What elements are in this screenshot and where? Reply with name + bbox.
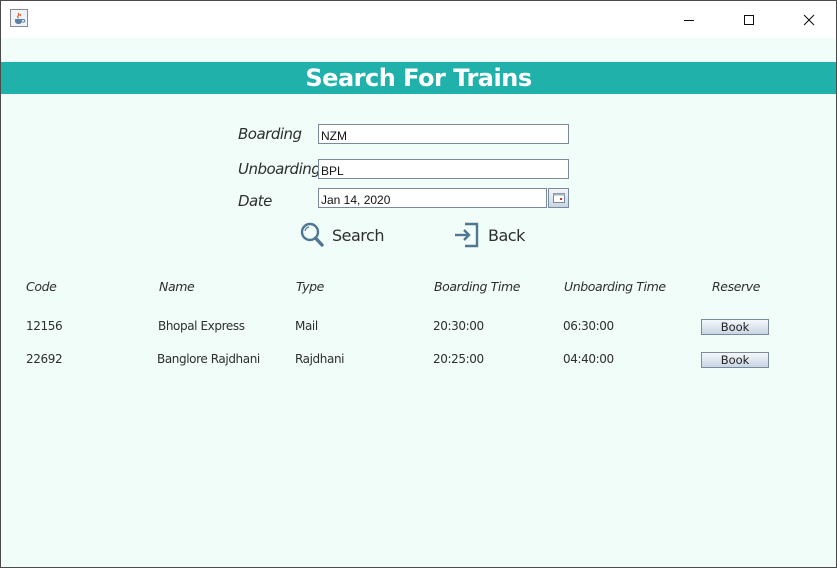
date-label: Date [238, 192, 272, 210]
cell-name: Banglore Rajdhani [157, 352, 260, 366]
app-window: Search For Trains Boarding Unboarding Da… [0, 0, 837, 568]
title-bar [1, 1, 836, 38]
date-field-box [318, 188, 547, 209]
unboarding-field-box [318, 159, 569, 180]
header-banner: Search For Trains [1, 62, 836, 94]
cell-code: 22692 [26, 352, 63, 366]
close-button[interactable] [786, 1, 832, 38]
cell-boarding-time: 20:25:00 [433, 352, 484, 366]
calendar-icon [552, 193, 565, 203]
date-input[interactable] [319, 191, 546, 209]
column-header-reserve: Reserve [712, 279, 761, 294]
cell-unboarding-time: 06:30:00 [563, 319, 614, 333]
book-button[interactable]: Book [701, 319, 769, 335]
column-header-code: Code [26, 279, 57, 294]
cell-code: 12156 [26, 319, 63, 333]
close-icon [803, 14, 815, 25]
cell-type: Rajdhani [295, 352, 345, 366]
unboarding-input[interactable] [319, 162, 568, 180]
maximize-button[interactable] [726, 1, 772, 38]
back-label: Back [488, 225, 525, 245]
column-header-type: Type [296, 279, 324, 294]
boarding-label: Boarding [238, 125, 302, 143]
cell-boarding-time: 20:30:00 [433, 319, 484, 333]
search-button[interactable]: Search [300, 222, 384, 248]
cell-unboarding-time: 04:40:00 [563, 352, 614, 366]
maximize-icon [744, 14, 754, 25]
boarding-field-box [318, 124, 569, 145]
back-button[interactable]: Back [454, 222, 525, 248]
search-icon [300, 222, 324, 247]
date-picker-button[interactable] [548, 188, 569, 208]
java-cup-icon[interactable] [10, 9, 28, 27]
cell-name: Bhopal Express [158, 319, 245, 333]
exit-icon [455, 222, 479, 248]
column-header-boarding-time: Boarding Time [434, 279, 521, 294]
column-header-name: Name [159, 279, 195, 294]
minimize-icon [684, 19, 694, 21]
book-button[interactable]: Book [701, 352, 769, 368]
boarding-input[interactable] [319, 127, 568, 145]
cell-type: Mail [295, 319, 318, 333]
column-header-unboarding-time: Unboarding Time [564, 279, 666, 294]
search-label: Search [332, 225, 384, 245]
minimize-button[interactable] [666, 1, 712, 38]
unboarding-label: Unboarding [238, 160, 321, 178]
page-title: Search For Trains [305, 64, 532, 92]
